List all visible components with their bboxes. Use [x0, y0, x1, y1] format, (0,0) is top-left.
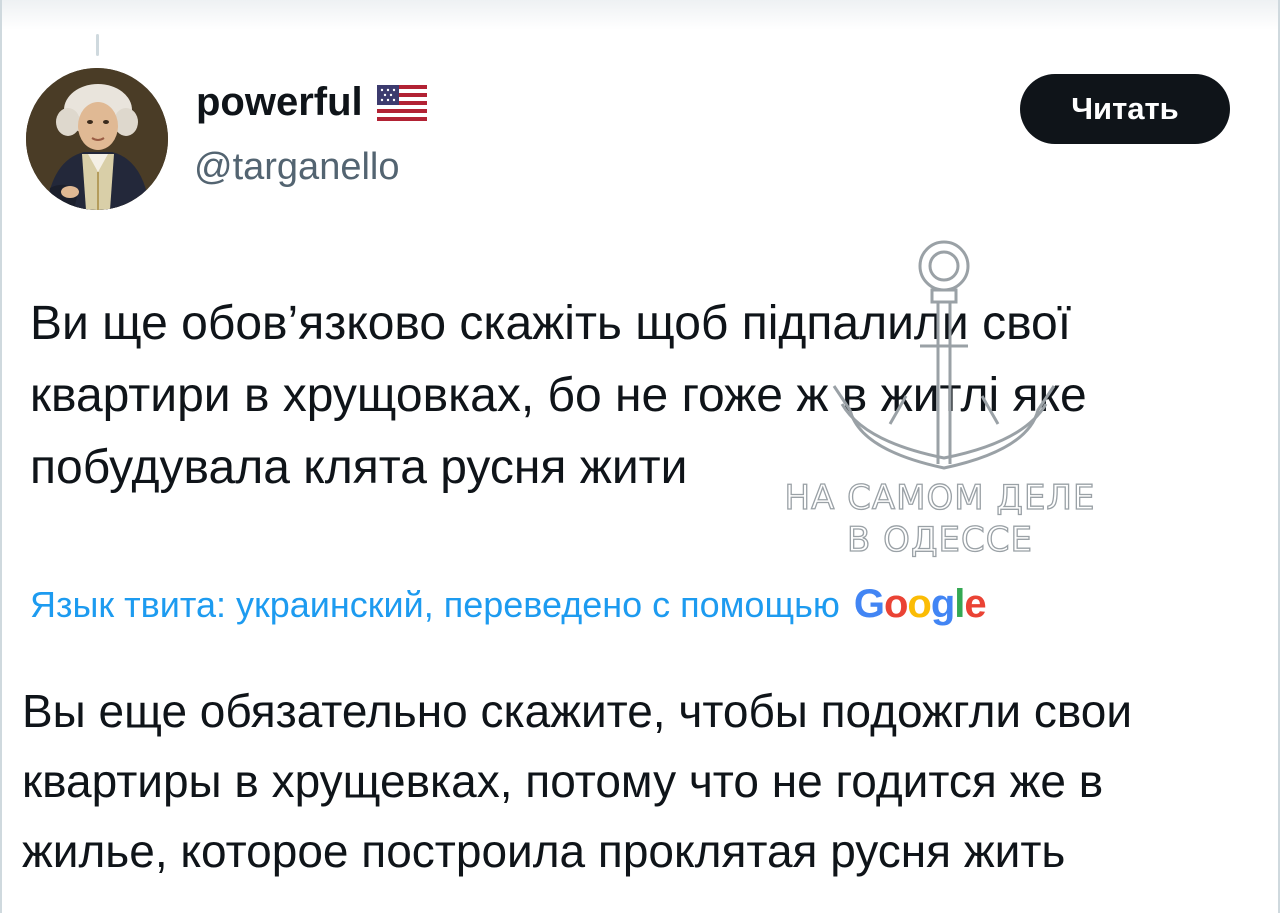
tweet-text-line: Ви ще обов’язково скажіть щоб підпалили … — [30, 297, 1072, 350]
tweet-screenshot: powerful @targanello Читать Ви ще обов’я… — [0, 0, 1280, 913]
user-handle[interactable]: @targanello — [194, 146, 399, 189]
tweet-text-line: квартири в хрущовках, бо не гоже ж в жит… — [30, 369, 1087, 422]
google-logo: Google — [853, 582, 987, 626]
translation-note[interactable]: Язык твита: украинский, переведено с пом… — [30, 582, 987, 627]
translated-text-line: Вы еще обязательно скажите, чтобы подожг… — [22, 685, 1133, 737]
us-flag-icon — [376, 84, 427, 121]
display-name-text: powerful — [196, 80, 363, 124]
translation-note-text: Язык твита: украинский, переведено с пом… — [30, 584, 840, 625]
watermark-line-2: В ОДЕССЕ — [846, 519, 1033, 560]
translated-text-line: жилье, которое построила проклятая русня… — [22, 825, 1066, 877]
tweet-translated-text: Вы еще обязательно скажите, чтобы подожг… — [22, 676, 1252, 886]
left-border — [0, 0, 2, 913]
thread-connector-line — [96, 34, 99, 56]
follow-button[interactable]: Читать — [1020, 74, 1230, 144]
top-divider — [0, 0, 1280, 30]
tweet-text-line: побудувала клята русня жити — [30, 441, 688, 494]
avatar[interactable] — [26, 68, 168, 210]
translated-text-line: квартиры в хрущевках, потому что не годи… — [22, 755, 1104, 807]
tweet-original-text: Ви ще обов’язково скажіть щоб підпалили … — [30, 288, 1250, 504]
display-name[interactable]: powerful — [196, 80, 427, 125]
